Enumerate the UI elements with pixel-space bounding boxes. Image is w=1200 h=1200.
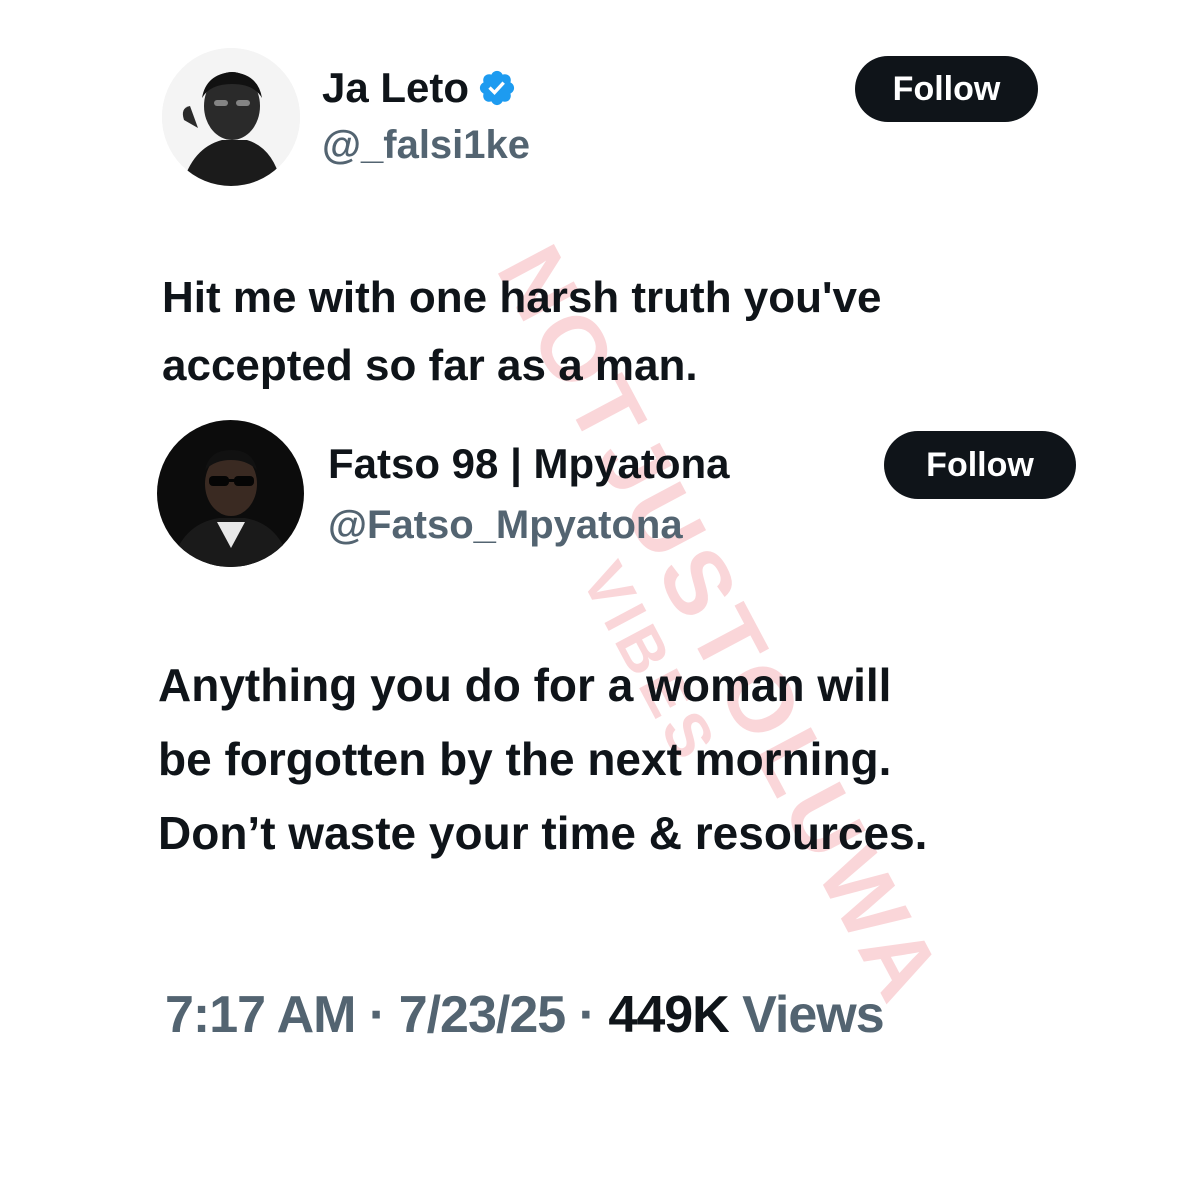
- reply-tweet-text: Anything you do for a woman will be forg…: [158, 659, 928, 859]
- views-count: 449K: [608, 986, 729, 1044]
- reply-handle[interactable]: @Fatso_Mpyatona: [328, 502, 683, 548]
- meta-separator: ·: [565, 986, 609, 1044]
- follow-button-fatso[interactable]: Follow: [884, 431, 1076, 499]
- tweet-date[interactable]: 7/23/25: [399, 986, 566, 1044]
- views-label: Views: [728, 986, 884, 1044]
- tweet-meta: 7:17 AM · 7/23/25 · 449K Views: [165, 985, 885, 1045]
- reply-display-name[interactable]: Fatso 98 | Mpyatona: [328, 440, 730, 488]
- author-name-text: Ja Leto: [322, 64, 470, 111]
- original-tweet-text: Hit me with one harsh truth you've accep…: [162, 273, 882, 390]
- author-display-name[interactable]: Ja Leto: [322, 64, 517, 112]
- tweet-time[interactable]: 7:17 AM: [165, 986, 356, 1044]
- tweet-screenshot: NOTJUSTOLUWA VIBES Ja Leto @_falsi1ke Fo…: [0, 0, 1200, 1200]
- avatar-ja-leto[interactable]: [162, 48, 300, 186]
- meta-separator: ·: [355, 986, 399, 1044]
- verified-badge-icon: [479, 70, 515, 106]
- author-handle[interactable]: @_falsi1ke: [322, 122, 530, 168]
- avatar-fatso[interactable]: [157, 420, 304, 567]
- follow-button-ja-leto[interactable]: Follow: [855, 56, 1038, 122]
